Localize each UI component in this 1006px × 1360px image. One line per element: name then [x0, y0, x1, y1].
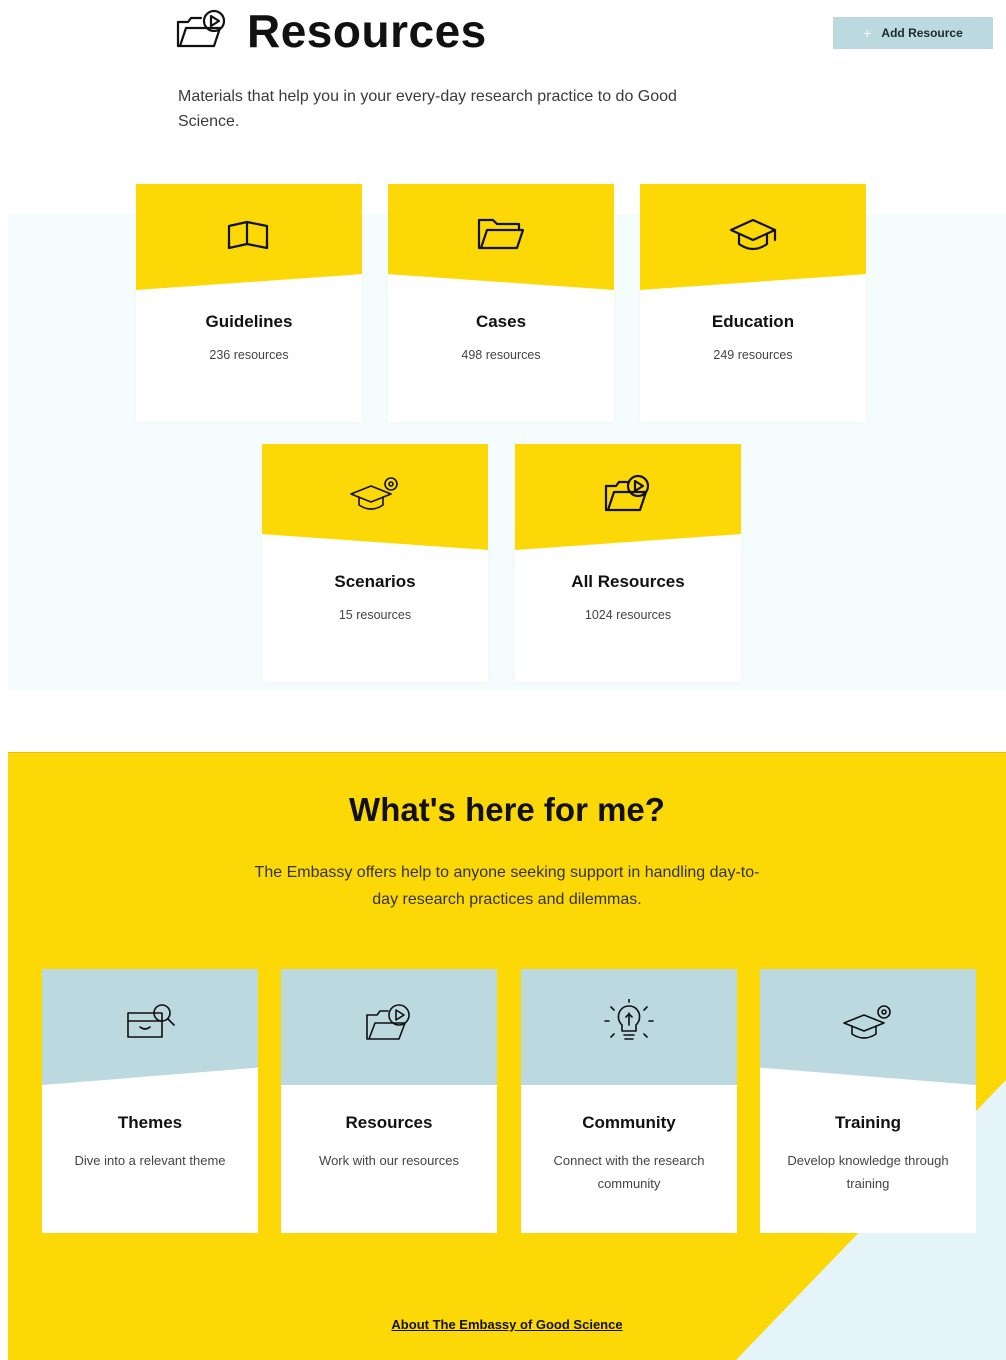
category-name: Guidelines	[205, 312, 293, 331]
page-title: Resources	[247, 5, 487, 57]
category-card-scenarios[interactable]: Scenarios 15 resources	[262, 444, 488, 682]
category-name: Education	[711, 312, 795, 331]
category-card-guidelines[interactable]: Guidelines 236 resources	[136, 184, 362, 422]
feature-card-community[interactable]: Community Connect with the research comm…	[521, 969, 737, 1233]
lightbulb-icon	[604, 999, 654, 1040]
feature-card-themes[interactable]: Themes Dive into a relevant theme	[42, 969, 258, 1233]
feature-name: Themes	[117, 1113, 183, 1132]
feature-card-training[interactable]: Training Develop knowledge through train…	[760, 969, 976, 1233]
feature-description: Dive into a relevant theme	[74, 1153, 226, 1168]
category-count: 15 resources	[338, 608, 412, 622]
cap-gear-icon	[350, 477, 398, 510]
category-card-cases[interactable]: Cases 498 resources	[388, 184, 614, 422]
page-subtitle: Materials that help you in your every-da…	[178, 88, 677, 130]
feature-card-resources[interactable]: Resources Work with our resources	[281, 969, 497, 1233]
folder-play-icon	[604, 474, 650, 512]
folder-play-icon	[366, 1004, 410, 1040]
add-resource-button[interactable]: + Add Resource	[833, 17, 993, 49]
page-header: Resources + Add Resource Materials that …	[0, 0, 1006, 150]
category-card-all-resources[interactable]: All Resources 1024 resources	[515, 444, 741, 682]
about-embassy-link[interactable]: About The Embassy of Good Science	[8, 1317, 1006, 1332]
cap-gear-icon	[843, 1005, 891, 1039]
category-card-education[interactable]: Education 249 resources	[640, 184, 866, 422]
category-count: 236 resources	[209, 348, 289, 362]
section-description: The Embassy offers help to anyone seekin…	[254, 864, 760, 908]
add-resource-label: Add Resource	[881, 26, 963, 40]
category-count: 498 resources	[461, 348, 541, 362]
box-search-icon	[127, 1004, 175, 1038]
category-name: Scenarios	[334, 572, 416, 591]
category-count: 1024 resources	[584, 608, 672, 622]
feature-description: Connect with the research community	[553, 1153, 705, 1191]
folder-play-icon	[176, 9, 226, 48]
whats-here-section: What's here for me? The Embassy offers h…	[8, 752, 1006, 1360]
category-name: Cases	[475, 312, 527, 331]
book-open-icon	[227, 220, 269, 250]
feature-name: Training	[834, 1113, 902, 1132]
category-name: All Resources	[571, 572, 685, 591]
feature-description: Work with our resources	[319, 1153, 459, 1168]
section-title: What's here for me?	[349, 791, 665, 828]
plus-icon: +	[863, 25, 872, 41]
graduation-cap-icon	[729, 218, 777, 251]
category-count: 249 resources	[713, 348, 793, 362]
folder-icon	[477, 218, 525, 250]
feature-name: Resources	[345, 1113, 433, 1132]
feature-name: Community	[582, 1113, 676, 1132]
feature-description: Develop knowledge through training	[787, 1153, 949, 1191]
